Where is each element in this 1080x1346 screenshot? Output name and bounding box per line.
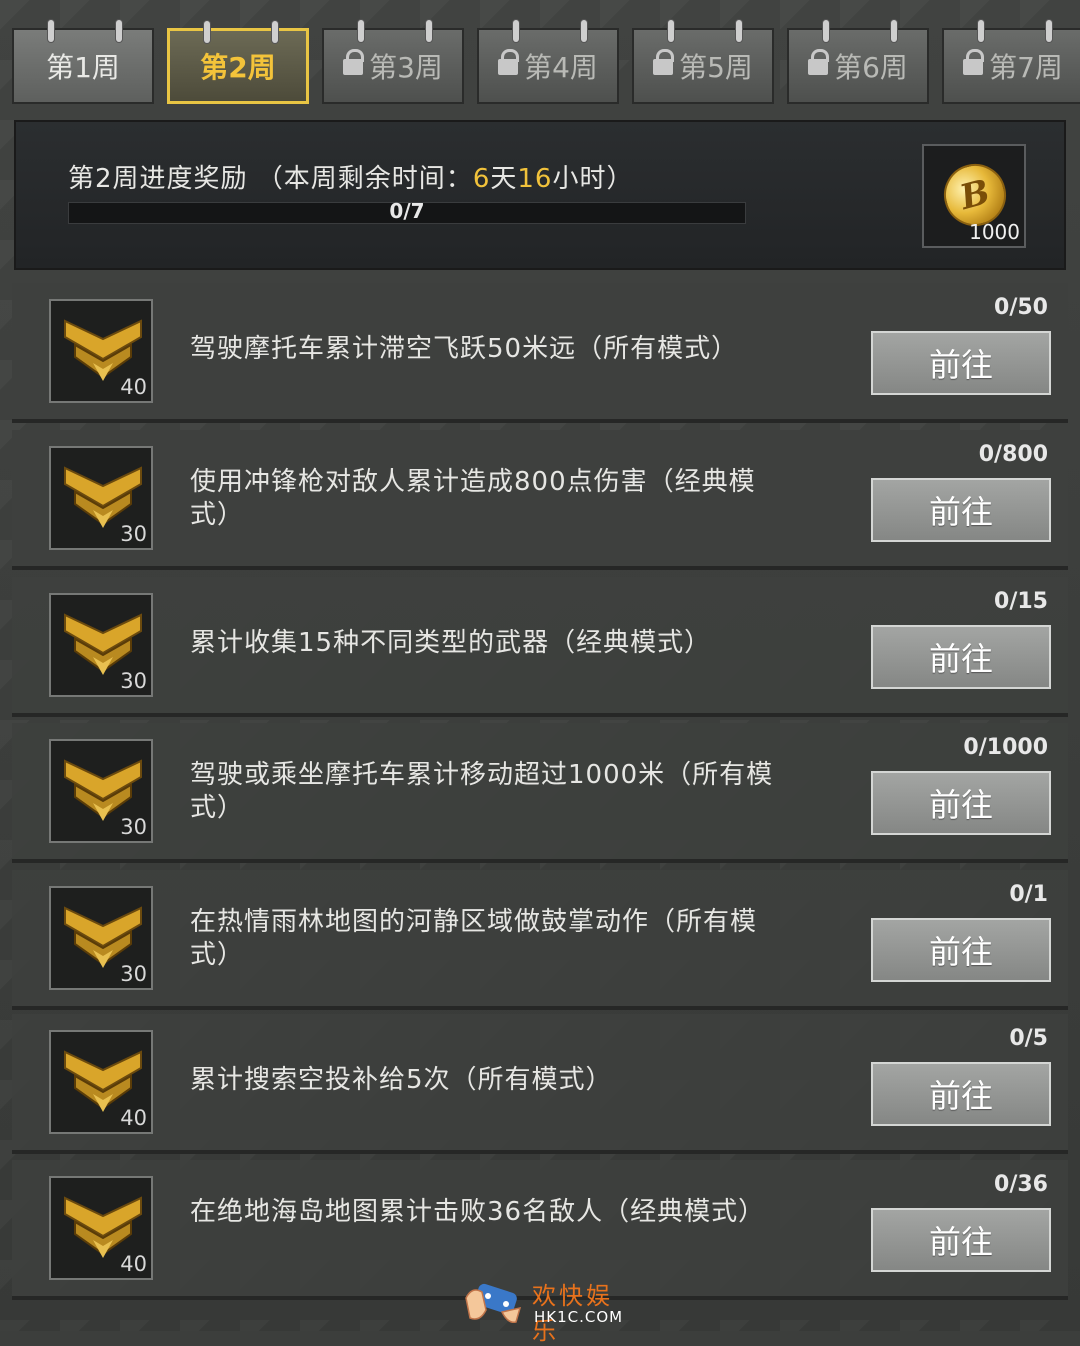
task-points: 40 <box>120 375 147 399</box>
tab-week-7[interactable]: 第7周 <box>942 20 1080 104</box>
task-description: 在绝地海岛地图累计击败36名敌人（经典模式） <box>190 1197 766 1227</box>
task-description: 驾驶或乘坐摩托车累计移动超过1000米（所有模式） <box>190 760 774 823</box>
task-progress: 0/15 <box>994 589 1048 614</box>
binder-rings <box>479 20 617 42</box>
progress-text: 0/7 <box>389 199 425 223</box>
rank-chevron-icon: 40 <box>49 1030 153 1134</box>
tab-week-5[interactable]: 第5周 <box>632 20 774 104</box>
binder-rings <box>944 20 1080 42</box>
task-description: 驾驶摩托车累计滞空飞跃50米远（所有模式） <box>190 334 739 364</box>
tab-label: 第6周 <box>834 51 908 84</box>
tab-label: 第7周 <box>989 51 1063 84</box>
tab-label: 第2周 <box>200 51 276 84</box>
task-row: 30 在热情雨林地图的河静区域做鼓掌动作（所有模式） 0/1 前往 <box>12 870 1068 1010</box>
go-button[interactable]: 前往 <box>871 478 1051 542</box>
task-description: 使用冲锋枪对敌人累计造成800点伤害（经典模式） <box>190 467 756 530</box>
tab-week-1[interactable]: 第1周 <box>12 20 154 104</box>
gamepad-hand-icon <box>465 1283 522 1324</box>
week-tabs: 第1周 第2周 第3周 第4周 第5周 第6周 第7周 <box>0 0 1080 110</box>
go-button[interactable]: 前往 <box>871 771 1051 835</box>
lock-icon <box>343 49 365 75</box>
go-button[interactable]: 前往 <box>871 625 1051 689</box>
lock-icon <box>498 49 520 75</box>
tab-week-6[interactable]: 第6周 <box>787 20 929 104</box>
task-points: 30 <box>120 962 147 986</box>
lock-icon <box>963 49 985 75</box>
tab-week-3[interactable]: 第3周 <box>322 20 464 104</box>
tab-label: 第1周 <box>46 51 120 84</box>
task-points: 30 <box>120 815 147 839</box>
binder-rings <box>634 20 772 42</box>
days-unit: 天 <box>490 164 518 194</box>
rank-chevron-icon: 30 <box>49 739 153 843</box>
task-progress: 0/1 <box>1009 882 1048 907</box>
task-progress: 0/50 <box>994 295 1048 320</box>
binder-rings <box>14 20 152 42</box>
task-row: 30 驾驶或乘坐摩托车累计移动超过1000米（所有模式） 0/1000 前往 <box>12 723 1068 863</box>
task-description: 累计收集15种不同类型的武器（经典模式） <box>190 628 712 658</box>
task-row: 40 累计搜索空投补给5次（所有模式） 0/5 前往 <box>12 1014 1068 1154</box>
task-points: 30 <box>120 522 147 546</box>
task-progress: 0/36 <box>994 1172 1048 1197</box>
reward-slot[interactable]: B 1000 <box>922 144 1026 248</box>
watermark-en: HK1C.COM <box>534 1308 624 1326</box>
days-remaining: 6 <box>472 164 491 194</box>
binder-rings <box>789 20 927 42</box>
rank-chevron-icon: 30 <box>49 593 153 697</box>
go-button[interactable]: 前往 <box>871 1062 1051 1126</box>
tab-week-2[interactable]: 第2周 <box>167 21 309 104</box>
rank-chevron-icon: 40 <box>49 299 153 403</box>
rank-chevron-icon: 30 <box>49 886 153 990</box>
rank-chevron-icon: 30 <box>49 446 153 550</box>
task-points: 40 <box>120 1106 147 1130</box>
task-progress: 0/5 <box>1009 1026 1048 1051</box>
task-row: 40 驾驶摩托车累计滞空飞跃50米远（所有模式） 0/50 前往 <box>12 283 1068 423</box>
task-progress: 0/800 <box>978 442 1048 467</box>
task-points: 30 <box>120 669 147 693</box>
watermark: 欢快娱乐 HK1C.COM <box>462 1274 632 1345</box>
rank-chevron-icon: 40 <box>49 1176 153 1280</box>
hours-remaining: 16 <box>517 164 553 194</box>
binder-rings <box>170 21 306 43</box>
hours-unit: 小时） <box>552 164 634 194</box>
go-button[interactable]: 前往 <box>871 918 1051 982</box>
task-progress: 0/1000 <box>963 735 1048 760</box>
lock-icon <box>808 49 830 75</box>
progress-title: 第2周进度奖励 （本周剩余时间：6天16小时） <box>68 158 633 195</box>
binder-rings <box>324 20 462 42</box>
tab-week-4[interactable]: 第4周 <box>477 20 619 104</box>
tab-label: 第5周 <box>679 51 753 84</box>
task-description: 在热情雨林地图的河静区域做鼓掌动作（所有模式） <box>190 907 758 970</box>
go-button[interactable]: 前往 <box>871 331 1051 395</box>
go-button[interactable]: 前往 <box>871 1208 1051 1272</box>
title-prefix: 第2周进度奖励 （本周剩余时间： <box>68 164 473 194</box>
task-row: 30 累计收集15种不同类型的武器（经典模式） 0/15 前往 <box>12 577 1068 717</box>
weekly-progress-panel: 第2周进度奖励 （本周剩余时间：6天16小时） 0/7 B 1000 <box>14 120 1066 270</box>
task-description: 累计搜索空投补给5次（所有模式） <box>190 1065 613 1095</box>
task-row: 30 使用冲锋枪对敌人累计造成800点伤害（经典模式） 0/800 前往 <box>12 430 1068 570</box>
tab-label: 第3周 <box>369 51 443 84</box>
progress-bar: 0/7 <box>68 199 746 224</box>
lock-icon <box>653 49 675 75</box>
tab-label: 第4周 <box>524 51 598 84</box>
reward-count: 1000 <box>969 220 1020 244</box>
task-points: 40 <box>120 1252 147 1276</box>
